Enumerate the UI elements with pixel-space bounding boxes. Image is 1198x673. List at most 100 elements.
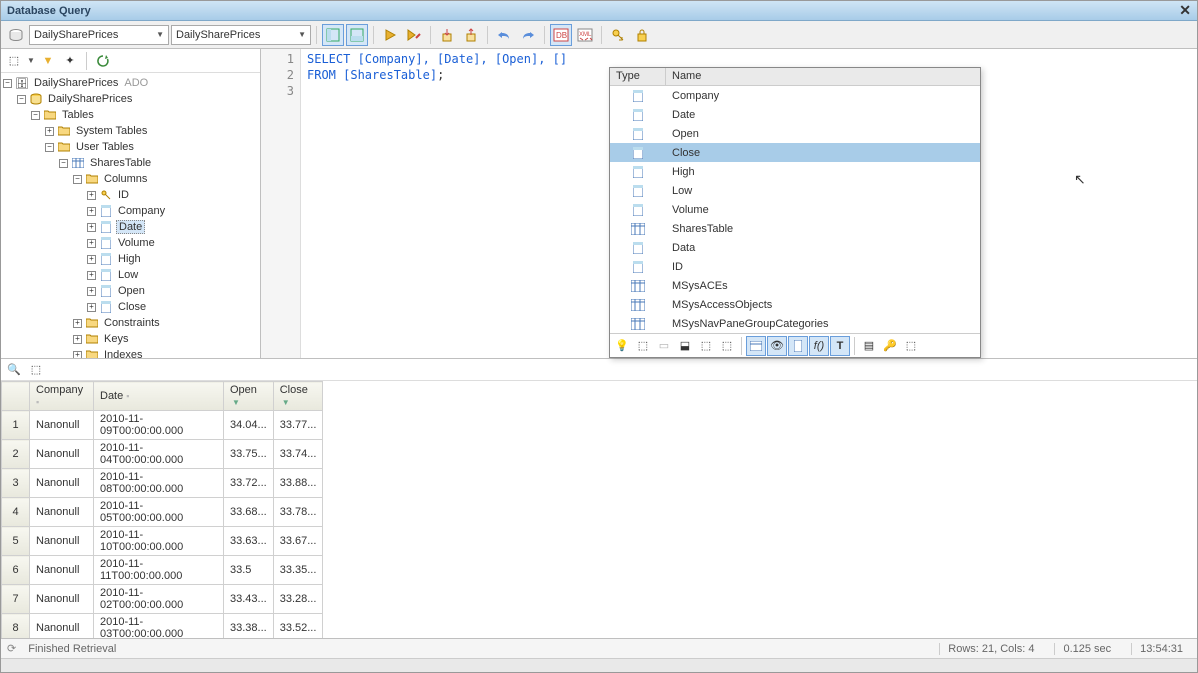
key-tool-button[interactable]: [607, 24, 629, 46]
tree-col-id[interactable]: ID: [116, 189, 131, 201]
undo-button[interactable]: [493, 24, 515, 46]
layout-2-button[interactable]: [346, 24, 368, 46]
autocomplete-item[interactable]: Data: [610, 238, 980, 257]
autocomplete-list[interactable]: CompanyDateOpenCloseHighLowVolumeSharesT…: [610, 86, 980, 333]
tree-indexes[interactable]: Indexes: [102, 349, 145, 358]
cell[interactable]: Nanonull: [30, 556, 94, 585]
tree-keys[interactable]: Keys: [102, 333, 130, 345]
hint-button[interactable]: 💡: [612, 336, 632, 356]
pin-button[interactable]: ⬚: [27, 361, 45, 379]
cell[interactable]: 33.74...: [273, 440, 323, 469]
table-row[interactable]: 3Nanonull2010-11-08T00:00:00.00033.72...…: [2, 469, 323, 498]
tree-layout-button[interactable]: ⬚: [5, 52, 23, 70]
autocomplete-item[interactable]: Company: [610, 86, 980, 105]
lock-tool-button[interactable]: [631, 24, 653, 46]
xml-tool-button[interactable]: XML: [574, 24, 596, 46]
autocomplete-popup[interactable]: Type Name CompanyDateOpenCloseHighLowVol…: [609, 67, 981, 358]
cell[interactable]: 33.77...: [273, 411, 323, 440]
cell[interactable]: 33.38...: [224, 614, 274, 639]
tree-sharestable[interactable]: SharesTable: [88, 157, 153, 169]
cell[interactable]: 33.43...: [224, 585, 274, 614]
cell[interactable]: Nanonull: [30, 585, 94, 614]
cell[interactable]: 2010-11-09T00:00:00.000: [94, 411, 224, 440]
tree-user-tables[interactable]: User Tables: [74, 141, 136, 153]
cell[interactable]: Nanonull: [30, 527, 94, 556]
execute-button[interactable]: [379, 24, 401, 46]
ac-col-button[interactable]: [788, 336, 808, 356]
cell[interactable]: 33.88...: [273, 469, 323, 498]
cell[interactable]: 34.04...: [224, 411, 274, 440]
cell[interactable]: 33.68...: [224, 498, 274, 527]
execute-edit-button[interactable]: [403, 24, 425, 46]
cell[interactable]: 2010-11-04T00:00:00.000: [94, 440, 224, 469]
table-row[interactable]: 8Nanonull2010-11-03T00:00:00.00033.38...…: [2, 614, 323, 639]
db-tool-1-button[interactable]: DB: [550, 24, 572, 46]
table-row[interactable]: 6Nanonull2010-11-11T00:00:00.00033.533.3…: [2, 556, 323, 585]
tree-col-volume[interactable]: Volume: [116, 237, 157, 249]
cell[interactable]: 2010-11-03T00:00:00.000: [94, 614, 224, 639]
ac-tool-3-button[interactable]: ▭: [654, 336, 674, 356]
close-icon[interactable]: ✕: [1179, 2, 1191, 19]
tree-database[interactable]: DailySharePrices: [46, 93, 134, 105]
tree-col-close[interactable]: Close: [116, 301, 148, 313]
ac-func-button[interactable]: f(): [809, 336, 829, 356]
import-button[interactable]: [436, 24, 458, 46]
cell[interactable]: 33.72...: [224, 469, 274, 498]
ac-misc-3-button[interactable]: ⬚: [901, 336, 921, 356]
column-header[interactable]: Date ▪: [94, 382, 224, 411]
autocomplete-item[interactable]: High: [610, 162, 980, 181]
ac-misc-1-button[interactable]: ▤: [859, 336, 879, 356]
tree-col-date[interactable]: Date: [116, 220, 145, 234]
ac-misc-2-button[interactable]: 🔑: [880, 336, 900, 356]
autocomplete-item[interactable]: Volume: [610, 200, 980, 219]
table-row[interactable]: 7Nanonull2010-11-02T00:00:00.00033.43...…: [2, 585, 323, 614]
column-header[interactable]: Close ▼: [273, 382, 323, 411]
tree-tables[interactable]: Tables: [60, 109, 96, 121]
tree-columns[interactable]: Columns: [102, 173, 149, 185]
cell[interactable]: Nanonull: [30, 469, 94, 498]
redo-button[interactable]: [517, 24, 539, 46]
cell[interactable]: 33.28...: [273, 585, 323, 614]
ac-tool-2-button[interactable]: ⬚: [633, 336, 653, 356]
tree-constraints[interactable]: Constraints: [102, 317, 162, 329]
ac-view-button[interactable]: 👁: [767, 336, 787, 356]
table-row[interactable]: 2Nanonull2010-11-04T00:00:00.00033.75...…: [2, 440, 323, 469]
autocomplete-item[interactable]: MSysNavPaneGroupCategories: [610, 314, 980, 333]
autocomplete-item[interactable]: Open: [610, 124, 980, 143]
autocomplete-item[interactable]: Date: [610, 105, 980, 124]
ac-tool-4-button[interactable]: ⬓: [675, 336, 695, 356]
cell[interactable]: Nanonull: [30, 411, 94, 440]
tree-root[interactable]: DailySharePrices: [32, 77, 120, 89]
autocomplete-header-type[interactable]: Type: [610, 68, 666, 85]
ac-tool-5-button[interactable]: ⬚: [696, 336, 716, 356]
cell[interactable]: 2010-11-02T00:00:00.000: [94, 585, 224, 614]
autocomplete-item[interactable]: SharesTable: [610, 219, 980, 238]
cell[interactable]: 2010-11-10T00:00:00.000: [94, 527, 224, 556]
cell[interactable]: 2010-11-11T00:00:00.000: [94, 556, 224, 585]
results-grid-container[interactable]: Company ▪Date ▪Open ▼Close ▼ 1Nanonull20…: [1, 381, 1197, 638]
tree-col-company[interactable]: Company: [116, 205, 167, 217]
autocomplete-item[interactable]: MSysAccessObjects: [610, 295, 980, 314]
table-row[interactable]: 5Nanonull2010-11-10T00:00:00.00033.63...…: [2, 527, 323, 556]
table-row[interactable]: 1Nanonull2010-11-09T00:00:00.00034.04...…: [2, 411, 323, 440]
cell[interactable]: 33.78...: [273, 498, 323, 527]
tree-col-high[interactable]: High: [116, 253, 143, 265]
ac-text-button[interactable]: T: [830, 336, 850, 356]
cell[interactable]: 33.35...: [273, 556, 323, 585]
column-header[interactable]: Company ▪: [30, 382, 94, 411]
tree-col-open[interactable]: Open: [116, 285, 147, 297]
connection-combo-1[interactable]: DailySharePrices ▼: [29, 25, 169, 45]
connection-combo-2[interactable]: DailySharePrices ▼: [171, 25, 311, 45]
browser-tree[interactable]: −🗄DailySharePricesADO −DailySharePrices …: [1, 73, 260, 358]
filter-button[interactable]: ▼: [39, 52, 57, 70]
find-button[interactable]: 🔍: [5, 361, 23, 379]
layout-1-button[interactable]: [322, 24, 344, 46]
cell[interactable]: 2010-11-05T00:00:00.000: [94, 498, 224, 527]
ac-table-button[interactable]: [746, 336, 766, 356]
autocomplete-item[interactable]: Close: [610, 143, 980, 162]
autocomplete-item[interactable]: MSysACEs: [610, 276, 980, 295]
refresh-button[interactable]: [94, 52, 112, 70]
autocomplete-item[interactable]: Low: [610, 181, 980, 200]
cell[interactable]: 33.63...: [224, 527, 274, 556]
datasource-icon[interactable]: [5, 24, 27, 46]
